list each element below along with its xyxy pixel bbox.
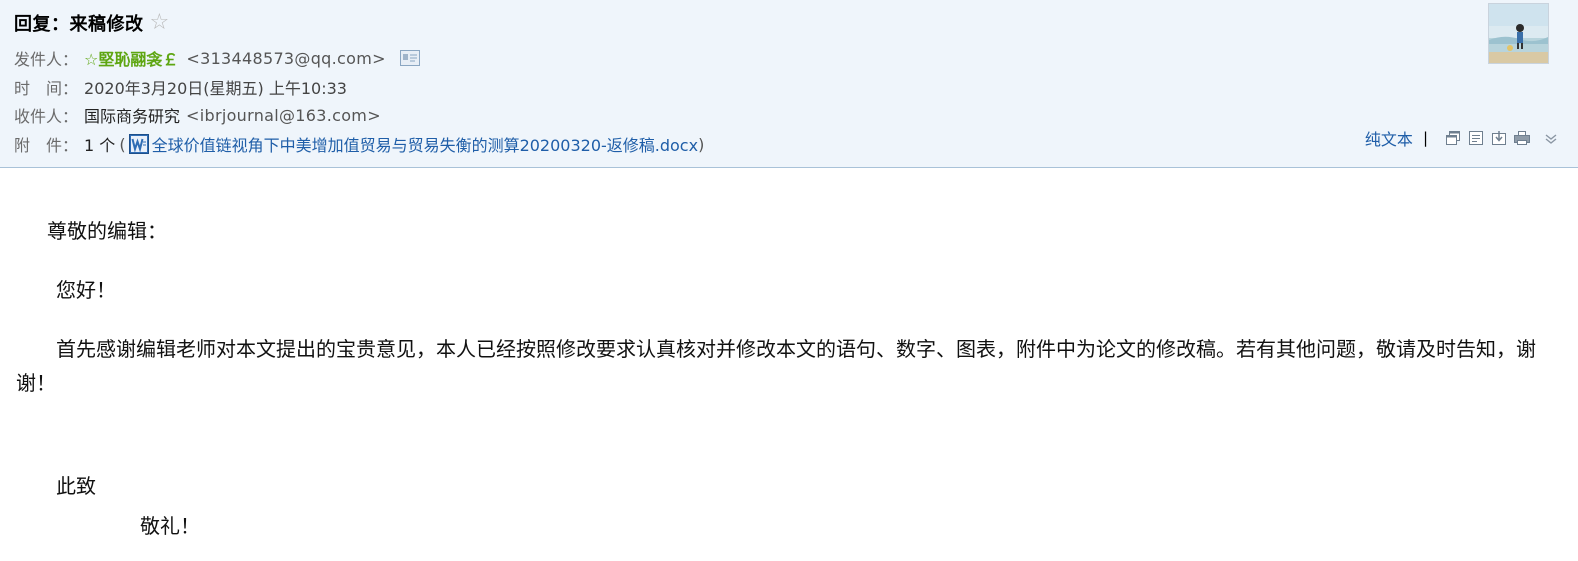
email-body: 尊敬的编辑： 您好！ 首先感谢编辑老师对本文提出的宝贵意见，本人已经按照修改要求… xyxy=(0,168,1578,561)
contact-card-icon[interactable] xyxy=(399,50,420,66)
new-window-icon[interactable] xyxy=(1444,129,1462,147)
sender-address: <313448573@qq.com> xyxy=(186,48,386,68)
recipient-name[interactable]: 国际商务研究 xyxy=(84,103,180,127)
greeting-line: 尊敬的编辑： xyxy=(47,219,167,243)
closing-line-2: 敬礼！ xyxy=(140,514,200,538)
time-value: 2020年3月20日(星期五) 上午10:33 xyxy=(84,79,347,98)
toolbar-divider: | xyxy=(1422,129,1428,147)
avatar[interactable] xyxy=(1488,3,1549,64)
recipient-label: 收件人 xyxy=(14,107,63,126)
plain-text-link[interactable]: 纯文本 xyxy=(1365,126,1413,150)
chevron-down-icon[interactable] xyxy=(1544,131,1558,145)
email-toolbar: 纯文本 | xyxy=(1365,127,1558,149)
sender-label: 发件人 xyxy=(14,50,63,69)
download-icon[interactable] xyxy=(1490,129,1508,147)
sender-name[interactable]: ☆堅恥翮衾￡ xyxy=(84,46,178,70)
recipient-address: <ibrjournal@163.com> xyxy=(186,105,381,125)
colon: ： xyxy=(62,50,79,69)
word-document-icon[interactable] xyxy=(128,134,149,154)
colon: ： xyxy=(62,107,79,126)
attachment-label: 附 件 xyxy=(14,136,63,155)
star-icon[interactable]: ☆ xyxy=(150,12,170,34)
subject-row: 回复：来稿修改 ☆ xyxy=(14,9,169,37)
email-subject: 回复：来稿修改 xyxy=(14,14,144,35)
email-header: 回复：来稿修改 ☆ 发件人： ☆堅恥翮衾￡ <313448573@qq.com>… xyxy=(0,0,1578,168)
attachment-close-paren: ) xyxy=(698,134,705,154)
print-icon[interactable] xyxy=(1513,129,1531,147)
attachment-row: 附 件： 1 个 ( 全球价值链视角下中美增加值贸易与贸易失衡的测算202003… xyxy=(14,132,704,156)
closing-line-1: 此致 xyxy=(56,474,96,498)
attachment-filename[interactable]: 全球价值链视角下中美增加值贸易与贸易失衡的测算20200320-返修稿.docx xyxy=(152,132,699,156)
colon: ： xyxy=(62,136,79,155)
attachment-open-paren: ( xyxy=(119,134,126,154)
colon: ： xyxy=(62,79,79,98)
hello-line: 您好！ xyxy=(56,278,116,302)
time-row: 时 间： 2020年3月20日(星期五) 上午10:33 xyxy=(14,75,347,99)
attachment-count: 1 个 xyxy=(84,136,116,155)
memo-icon[interactable] xyxy=(1467,129,1485,147)
time-label: 时 间 xyxy=(14,79,63,98)
main-paragraph: 首先感谢编辑老师对本文提出的宝贵意见，本人已经按照修改要求认真核对并修改本文的语… xyxy=(16,337,1536,395)
sender-row: 发件人： ☆堅恥翮衾￡ <313448573@qq.com> xyxy=(14,46,420,70)
recipient-row: 收件人： 国际商务研究 <ibrjournal@163.com> xyxy=(14,103,381,127)
